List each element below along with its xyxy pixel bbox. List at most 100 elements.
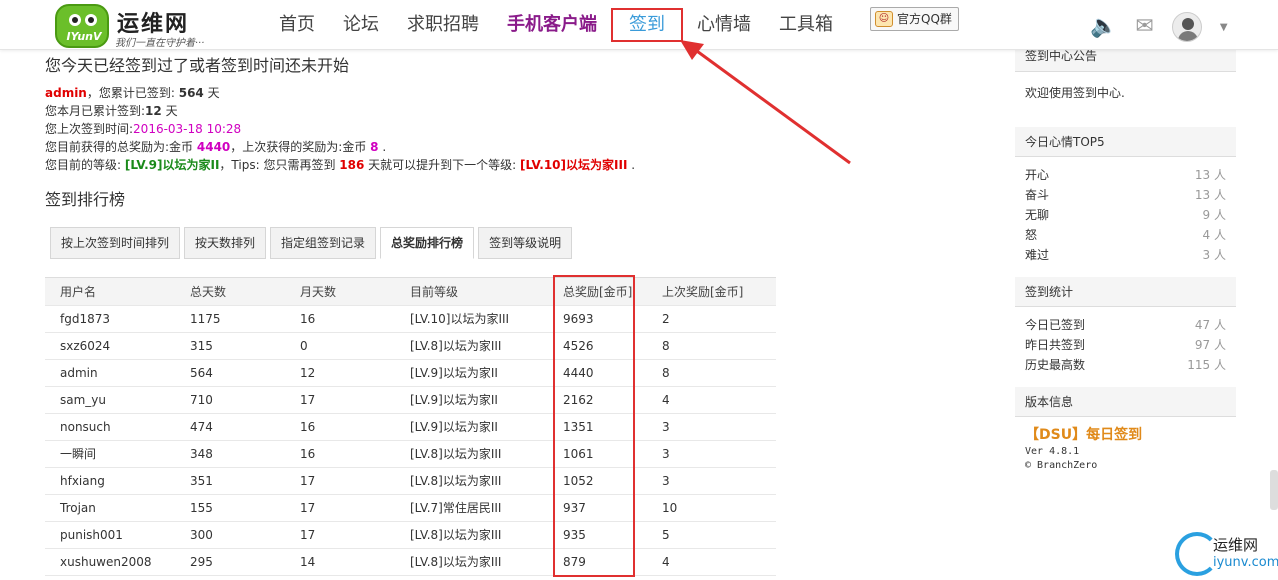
last-sign-time: 2016-03-18 10:28 bbox=[133, 122, 242, 136]
cell-last-reward: 8 bbox=[662, 366, 670, 380]
mail-icon[interactable]: ✉ bbox=[1135, 14, 1153, 40]
current-level: [LV.9]以坛为家II bbox=[124, 158, 220, 172]
cell-month-days: 17 bbox=[300, 528, 316, 542]
table-header: 用户名 总天数 月天数 目前等级 总奖励[金币] 上次奖励[金币] bbox=[45, 278, 776, 306]
cell-username[interactable]: punish001 bbox=[45, 522, 190, 548]
qq-group-button[interactable]: ☺ 官方QQ群 bbox=[870, 7, 959, 31]
last-reward: 8 bbox=[370, 140, 379, 154]
speaker-icon[interactable]: 🔈 bbox=[1090, 14, 1117, 40]
table-row: 一瞬间 348 16 [LV.8]以坛为家III 1061 3 bbox=[45, 441, 776, 468]
version-info: 【DSU】每日签到 Ver 4.8.1 © BranchZero bbox=[1015, 417, 1236, 481]
cell-username[interactable]: nonsuch bbox=[45, 414, 190, 440]
mood-item-count: 4 人 bbox=[1202, 228, 1226, 242]
user-avatar[interactable] bbox=[1171, 12, 1202, 42]
cell-level: [LV.8]以坛为家III bbox=[410, 339, 502, 353]
cell-username[interactable]: admin bbox=[45, 360, 190, 386]
cell-month-days: 12 bbox=[300, 366, 316, 380]
cell-username[interactable]: Trojan bbox=[45, 495, 190, 521]
annotation-arrow bbox=[680, 40, 851, 165]
stat-item-label: 历史最高数 bbox=[1025, 358, 1086, 372]
mood-item-label: 难过 bbox=[1025, 248, 1050, 262]
mood-item-label: 无聊 bbox=[1025, 208, 1050, 222]
mood-top5-list: 开心 13 人奋斗 13 人无聊 9 人怒4 人难过 3 人 bbox=[1015, 157, 1236, 277]
col-last-reward: 上次奖励[金币] bbox=[662, 285, 744, 299]
cell-total-days: 351 bbox=[190, 474, 213, 488]
cell-username[interactable]: sxz6024 bbox=[45, 333, 190, 359]
cell-last-reward: 3 bbox=[662, 474, 670, 488]
col-level: 目前等级 bbox=[410, 285, 459, 299]
qq-group-icon: ☺ bbox=[875, 11, 893, 27]
version-number: Ver 4.8.1 bbox=[1025, 446, 1080, 457]
tab-level-description[interactable]: 签到等级说明 bbox=[478, 227, 573, 259]
tab-total-reward-ranking[interactable]: 总奖励排行榜 bbox=[380, 227, 475, 259]
cell-month-days: 16 bbox=[300, 447, 316, 461]
total-reward: 4440 bbox=[196, 140, 231, 154]
tab-by-last-sign-time[interactable]: 按上次签到时间排列 bbox=[50, 227, 181, 259]
mood-item-count: 13 人 bbox=[1194, 188, 1226, 202]
logo-slogan: 我们一直在守护着··· bbox=[115, 38, 205, 49]
cell-username[interactable]: sam_yu bbox=[45, 387, 190, 413]
nav-home[interactable]: 首页 bbox=[265, 0, 329, 50]
mood-item-label: 开心 bbox=[1025, 168, 1050, 182]
nav-mobile-client[interactable]: 手机客户端 bbox=[493, 0, 611, 50]
cell-total-days: 710 bbox=[190, 393, 213, 407]
stat-item: 昨日共签到 97 人 bbox=[1025, 335, 1226, 355]
mood-item: 开心 13 人 bbox=[1025, 165, 1226, 185]
version-title: 版本信息 bbox=[1015, 387, 1236, 417]
tab-by-days[interactable]: 按天数排列 bbox=[184, 227, 267, 259]
table-row: punish001 300 17 [LV.8]以坛为家III 935 5 bbox=[45, 522, 776, 549]
cell-level: [LV.8]以坛为家III bbox=[410, 447, 502, 461]
next-level: [LV.10]以坛为家III bbox=[520, 158, 628, 172]
cell-level: [LV.8]以坛为家III bbox=[410, 555, 502, 569]
days-to-next-level: 186 bbox=[339, 158, 365, 172]
tab-group-records[interactable]: 指定组签到记录 bbox=[270, 227, 377, 259]
col-total-days: 总天数 bbox=[190, 285, 227, 299]
total-days: 564 bbox=[178, 86, 204, 100]
ranking-title: 签到排行榜 bbox=[45, 190, 126, 209]
page-scrollbar[interactable] bbox=[1270, 470, 1278, 510]
plugin-name[interactable]: 【DSU】每日签到 bbox=[1025, 425, 1226, 445]
mood-item-count: 3 人 bbox=[1202, 248, 1226, 262]
ranking-table: 用户名 总天数 月天数 目前等级 总奖励[金币] 上次奖励[金币] fgd187… bbox=[45, 277, 776, 576]
ranking-tabs: 按上次签到时间排列 按天数排列 指定组签到记录 总奖励排行榜 签到等级说明 bbox=[50, 227, 573, 259]
total-reward-column-highlight bbox=[553, 275, 635, 577]
sign-stats-list: 今日已签到 47 人昨日共签到 97 人历史最高数 115 人 bbox=[1015, 307, 1236, 387]
stat-item-label: 今日已签到 bbox=[1025, 318, 1086, 332]
qq-group-label: 官方QQ群 bbox=[897, 12, 952, 26]
mood-top5-title: 今日心情TOP5 bbox=[1015, 127, 1236, 157]
col-month-days: 月天数 bbox=[300, 285, 337, 299]
chevron-down-icon[interactable]: ▼ bbox=[1220, 22, 1228, 33]
cell-level: [LV.9]以坛为家II bbox=[410, 420, 498, 434]
user-tools: 🔈 ✉ ▼ bbox=[1090, 12, 1228, 42]
cell-total-days: 1175 bbox=[190, 312, 221, 326]
cell-total-days: 155 bbox=[190, 501, 213, 515]
mood-item-label: 奋斗 bbox=[1025, 188, 1050, 202]
cell-username[interactable]: xushuwen2008 bbox=[45, 549, 190, 575]
stat-item-count: 115 人 bbox=[1187, 358, 1226, 372]
cell-last-reward: 10 bbox=[662, 501, 678, 515]
cell-username[interactable]: hfxiang bbox=[45, 468, 190, 494]
watermark-logo: 运维网 iyunv.com bbox=[1175, 528, 1278, 576]
nav-forum[interactable]: 论坛 bbox=[329, 0, 393, 50]
cell-month-days: 17 bbox=[300, 501, 316, 515]
stat-item-label: 昨日共签到 bbox=[1025, 338, 1086, 352]
cell-username[interactable]: 一瞬间 bbox=[45, 441, 190, 467]
stat-item-count: 97 人 bbox=[1194, 338, 1226, 352]
cell-level: [LV.8]以坛为家III bbox=[410, 528, 502, 542]
stat-item: 历史最高数 115 人 bbox=[1025, 355, 1226, 375]
table-row: xushuwen2008 295 14 [LV.8]以坛为家III 879 4 bbox=[45, 549, 776, 576]
logo-mascot-icon: IYunV bbox=[55, 4, 109, 48]
col-username: 用户名 bbox=[60, 285, 97, 299]
cell-last-reward: 8 bbox=[662, 339, 670, 353]
cell-last-reward: 4 bbox=[662, 555, 670, 569]
mood-item: 难过 3 人 bbox=[1025, 245, 1226, 265]
notice-body: 欢迎使用签到中心. bbox=[1025, 86, 1125, 100]
cell-username[interactable]: fgd1873 bbox=[45, 306, 190, 332]
cell-month-days: 14 bbox=[300, 555, 316, 569]
site-logo[interactable]: IYunV 运维网 我们一直在守护着··· bbox=[55, 4, 255, 49]
cell-month-days: 16 bbox=[300, 420, 316, 434]
nav-jobs[interactable]: 求职招聘 bbox=[393, 0, 493, 50]
username[interactable]: admin bbox=[45, 86, 87, 100]
mood-item-count: 13 人 bbox=[1194, 168, 1226, 182]
table-row: hfxiang 351 17 [LV.8]以坛为家III 1052 3 bbox=[45, 468, 776, 495]
